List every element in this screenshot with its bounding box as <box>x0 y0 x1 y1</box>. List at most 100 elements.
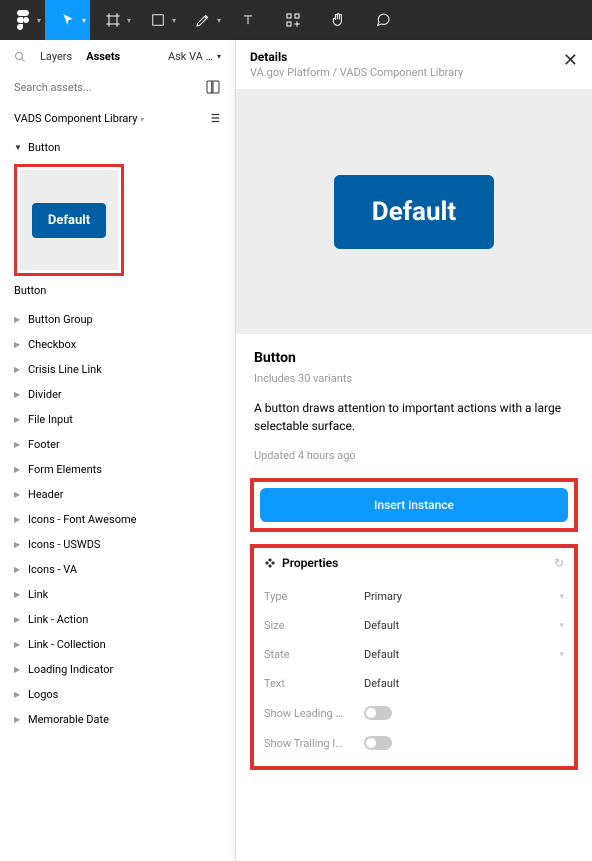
caret-right-icon: ▶ <box>14 540 22 549</box>
ask-label: Ask VA … <box>168 50 213 63</box>
asset-category[interactable]: ▶ Header <box>14 482 221 507</box>
toggle-switch[interactable] <box>364 706 392 720</box>
asset-category[interactable]: ▶Memorable Date <box>14 707 221 732</box>
property-row[interactable]: StateDefault▾ <box>264 640 564 669</box>
caret-right-icon: ▶ <box>14 390 22 399</box>
property-value: Default <box>364 648 559 661</box>
property-row[interactable]: SizeDefault▾ <box>264 611 564 640</box>
asset-category[interactable]: ▶Checkbox <box>14 332 221 357</box>
tab-ask-va[interactable]: Ask VA … ▾ <box>168 50 221 63</box>
comment-tool[interactable] <box>360 0 405 40</box>
caret-right-icon: ▶ <box>14 690 22 699</box>
property-label: Size <box>264 619 364 632</box>
component-name: Button <box>254 350 574 366</box>
asset-thumbnail[interactable]: Default <box>20 170 118 270</box>
component-description: A button draws attention to important ac… <box>254 399 574 435</box>
updated-time: Updated 4 hours ago <box>254 449 574 462</box>
chevron-down-icon: ▾ <box>217 52 221 61</box>
asset-category[interactable]: ▶ Icons - Font Awesome <box>14 507 221 532</box>
asset-category-label: Checkbox <box>28 338 76 351</box>
chevron-down-icon: ▾ <box>559 650 564 660</box>
chevron-down-icon: ▾ <box>559 592 564 602</box>
asset-category-label: Footer <box>28 438 60 451</box>
toggle-switch[interactable] <box>364 736 392 750</box>
caret-right-icon: ▶ <box>14 415 22 424</box>
caret-right-icon: ▶ <box>14 640 22 649</box>
asset-category-label: Link - Collection <box>28 638 106 651</box>
caret-right-icon: ▶ <box>14 315 22 324</box>
asset-category[interactable]: ▶ Icons - USWDS <box>14 532 221 557</box>
chevron-down-icon: ▾ <box>559 621 564 631</box>
tab-layers[interactable]: Layers <box>40 50 72 63</box>
hand-tool[interactable] <box>315 0 360 40</box>
caret-down-icon: ▼ <box>14 143 22 152</box>
refresh-icon[interactable]: ↻ <box>554 556 564 570</box>
caret-right-icon: ▶ <box>14 565 22 574</box>
search-icon <box>14 51 26 63</box>
property-value: Primary <box>364 590 559 603</box>
asset-category-label: Icons - Font Awesome <box>28 513 136 526</box>
insert-highlight: Insert instance <box>250 478 578 532</box>
asset-category-label: Memorable Date <box>28 713 109 726</box>
asset-category-label: Icons - VA <box>28 563 77 576</box>
asset-category-label: Form Elements <box>28 463 102 476</box>
asset-category-label: Link - Action <box>28 613 88 626</box>
close-button[interactable]: ✕ <box>563 50 578 71</box>
property-row[interactable]: TypePrimary▾ <box>264 582 564 611</box>
caret-right-icon: ▶ <box>14 665 22 674</box>
thumbnail-caption: Button <box>14 280 221 301</box>
asset-category[interactable]: ▶Logos <box>14 682 221 707</box>
asset-category[interactable]: ▶ Button Group <box>14 307 221 332</box>
property-label: Show Trailing I… <box>264 737 364 750</box>
properties-heading: Properties <box>282 556 338 570</box>
caret-right-icon: ▶ <box>14 490 22 499</box>
asset-category[interactable]: ▶ Link - Collection <box>14 632 221 657</box>
search-input[interactable] <box>14 81 197 94</box>
asset-category[interactable]: ▶ Icons - VA <box>14 557 221 582</box>
caret-right-icon: ▶ <box>14 590 22 599</box>
chevron-down-icon: ▾ <box>217 16 225 25</box>
asset-category[interactable]: ▶Link <box>14 582 221 607</box>
asset-category[interactable]: ▶Crisis Line Link <box>14 357 221 382</box>
insert-instance-button[interactable]: Insert instance <box>260 488 568 522</box>
asset-category[interactable]: ▶Footer <box>14 432 221 457</box>
asset-category[interactable]: ▶Divider <box>14 382 221 407</box>
asset-category[interactable]: ▶File Input <box>14 407 221 432</box>
properties-highlight: Properties ↻ TypePrimary▾SizeDefault▾Sta… <box>250 544 578 770</box>
tab-assets[interactable]: Assets <box>86 50 120 63</box>
asset-thumbnail-highlight: Default <box>14 164 124 276</box>
asset-category-label: Crisis Line Link <box>28 363 102 376</box>
component-icon <box>264 557 276 569</box>
property-row[interactable]: TextDefault <box>264 669 564 698</box>
property-label: Type <box>264 590 364 603</box>
asset-category[interactable]: ▶ Loading Indicator <box>14 657 221 682</box>
list-view-icon[interactable] <box>207 111 221 125</box>
chevron-down-icon: ▾ <box>127 16 135 25</box>
asset-category-label: Loading Indicator <box>28 663 113 676</box>
caret-right-icon: ▶ <box>14 465 22 474</box>
caret-right-icon: ▶ <box>14 615 22 624</box>
property-toggle-row: Show Trailing I… <box>264 728 564 758</box>
chevron-down-icon: ▾ <box>172 16 180 25</box>
resources-tool[interactable] <box>270 0 315 40</box>
property-label: State <box>264 648 364 661</box>
property-value: Default <box>364 619 559 632</box>
chevron-down-icon: ▾ <box>140 115 144 124</box>
component-preview: Default <box>236 89 592 334</box>
chevron-down-icon: ▾ <box>37 16 45 25</box>
library-selector[interactable]: VADS Component Library ▾ <box>14 112 144 125</box>
property-toggle-row: Show Leading … <box>264 698 564 728</box>
chevron-down-icon: ▾ <box>82 16 90 25</box>
asset-category[interactable]: ▶ Link - Action <box>14 607 221 632</box>
asset-category-label: Icons - USWDS <box>28 538 100 551</box>
asset-category[interactable]: ▶ Form Elements <box>14 457 221 482</box>
asset-category-label: Header <box>28 488 63 501</box>
text-tool[interactable] <box>225 0 270 40</box>
asset-category-label: Button Group <box>28 313 93 326</box>
asset-category-button[interactable]: ▼Button <box>14 135 221 160</box>
library-icon[interactable] <box>205 79 221 95</box>
caret-right-icon: ▶ <box>14 515 22 524</box>
details-breadcrumb: VA.gov Platform / VADS Component Library <box>250 66 463 79</box>
preview-button: Default <box>334 175 494 249</box>
property-label: Show Leading … <box>264 707 364 720</box>
